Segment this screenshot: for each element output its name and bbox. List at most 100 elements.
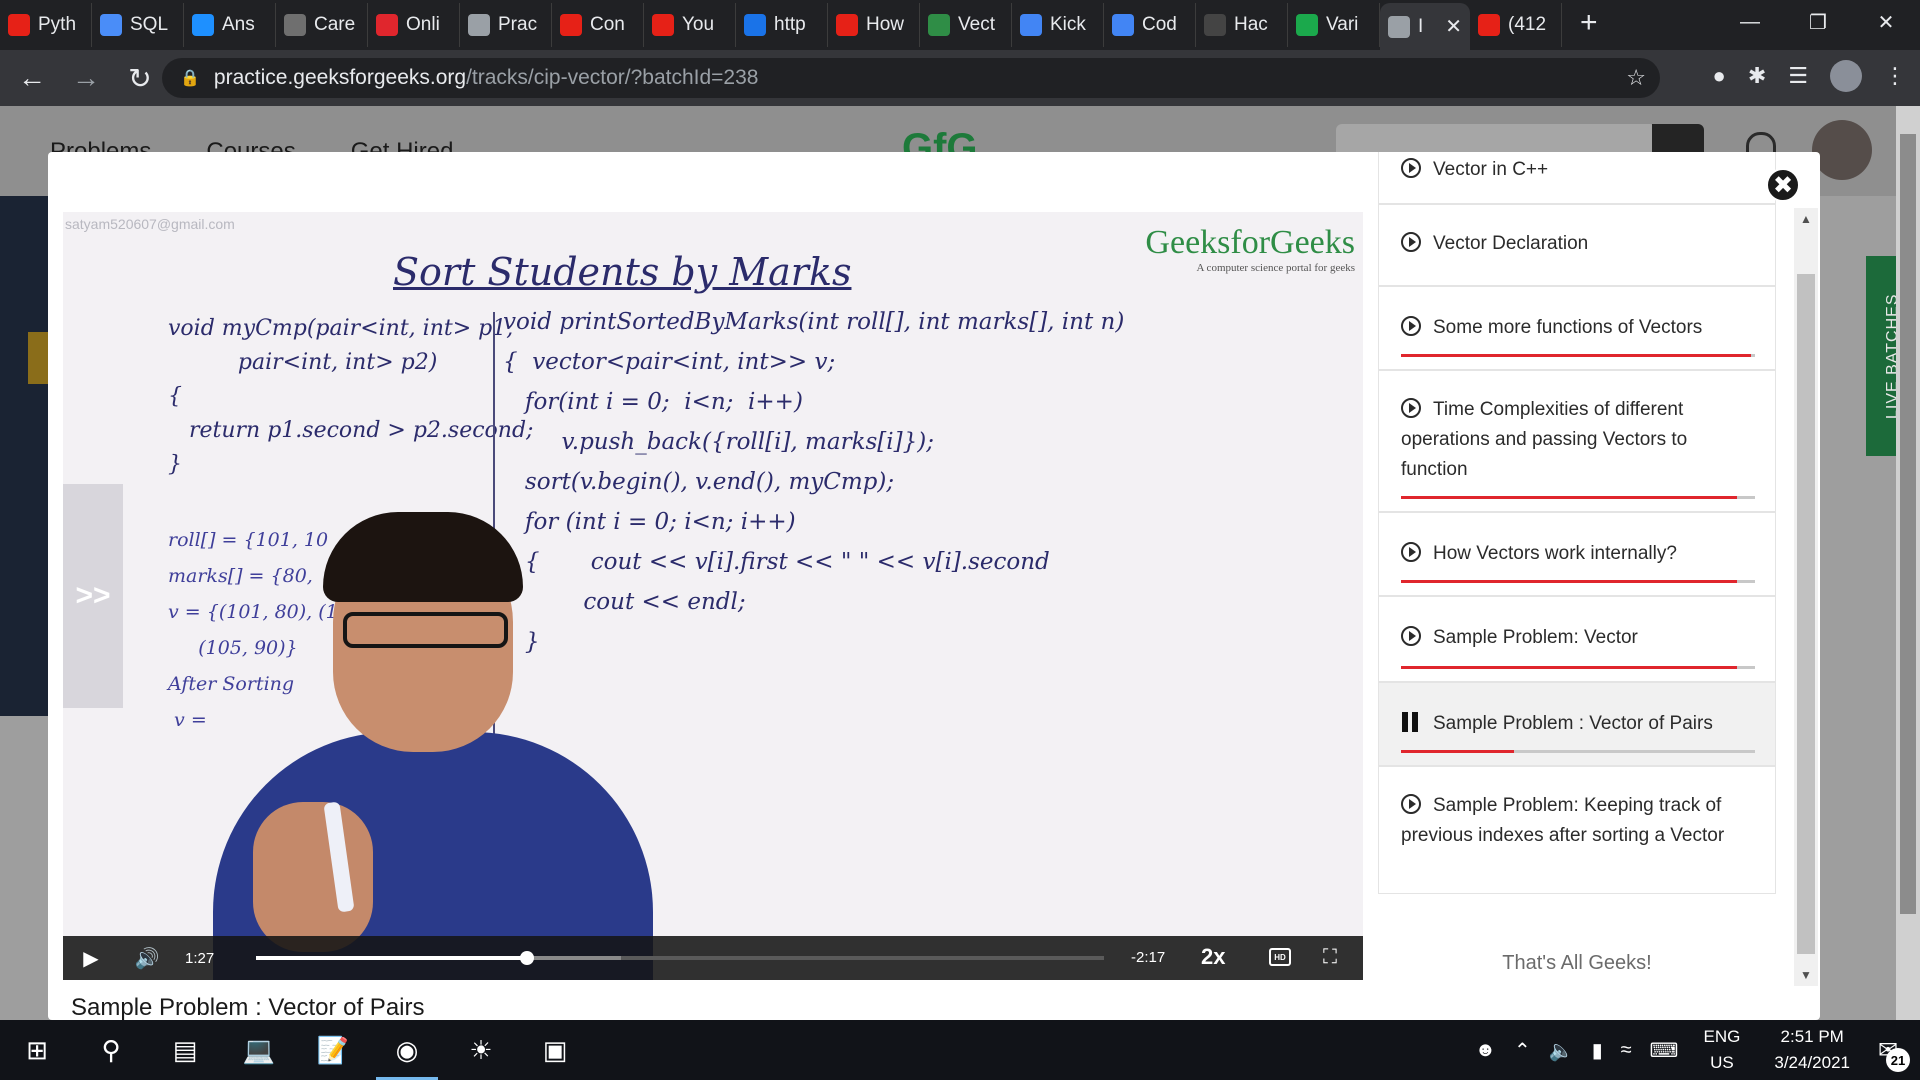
scroll-down-icon[interactable]: ▼	[1794, 968, 1818, 982]
volume-icon[interactable]: 🔊	[119, 936, 175, 980]
notifications-icon[interactable]: ✉ 21	[1868, 1030, 1910, 1072]
browser-tab[interactable]: Vect	[920, 3, 1012, 47]
profile-avatar[interactable]	[1830, 60, 1862, 92]
windows-start-icon[interactable]: ⊞	[0, 1020, 74, 1080]
hackerrank-icon	[1296, 14, 1318, 36]
browser-tab[interactable]: Cod	[1104, 3, 1196, 47]
browser-tab[interactable]: Kick	[1012, 3, 1104, 47]
video-player[interactable]: satyam520607@gmail.com GeeksforGeeks A c…	[63, 212, 1363, 980]
page-scrollbar-thumb[interactable]	[1900, 134, 1916, 914]
youtube-icon	[1478, 14, 1500, 36]
browser-tab[interactable]: Care	[276, 3, 368, 47]
expand-sidebar-button[interactable]: >>	[63, 484, 123, 708]
browser-tab[interactable]: You	[644, 3, 736, 47]
file-app-icon[interactable]: 💻	[222, 1020, 296, 1080]
forward-icon[interactable]: →	[64, 56, 108, 100]
media-icon	[744, 14, 766, 36]
browser-tab-label: Onli	[406, 14, 440, 35]
scroll-up-icon[interactable]: ▲	[1794, 212, 1818, 226]
browser-tab[interactable]: How	[828, 3, 920, 47]
browser-tab-label: You	[682, 14, 715, 35]
seek-bar[interactable]	[256, 951, 1104, 965]
browser-tab[interactable]: Hac	[1196, 3, 1288, 47]
chevron-up-icon[interactable]: ⌃	[1514, 1038, 1531, 1063]
store-app-icon[interactable]: ▣	[518, 1020, 592, 1080]
reload-icon[interactable]: ↻	[118, 56, 162, 100]
presenter-hand	[253, 802, 373, 952]
brand-tagline: A computer science portal for geeks	[1196, 262, 1355, 274]
back-icon[interactable]: ←	[10, 56, 54, 100]
wifi-icon[interactable]: ≈	[1621, 1039, 1632, 1062]
notes-app-icon[interactable]: 📝	[296, 1020, 370, 1080]
browser-tab[interactable]: Vari	[1288, 3, 1380, 47]
browser-tab[interactable]: Onli	[368, 3, 460, 47]
minimize-icon[interactable]: —	[1716, 0, 1784, 44]
youtube-icon	[8, 14, 30, 36]
playlist-item[interactable]: Some more functions of Vectors	[1378, 286, 1776, 370]
battery-icon[interactable]: ▮	[1592, 1038, 1603, 1063]
bookmark-star-icon[interactable]: ☆	[1626, 65, 1646, 91]
browser-tab[interactable]: (412	[1470, 3, 1562, 47]
playlist-item[interactable]: Sample Problem : Vector of Pairs	[1378, 682, 1776, 766]
playlist-item-progress	[1401, 750, 1755, 753]
play-circle-icon	[1401, 794, 1421, 814]
lock-icon[interactable]: 🔒	[180, 68, 200, 88]
browser-tab[interactable]: SQL	[92, 3, 184, 47]
url-path: /tracks/cip-vector/?batchId=238	[466, 66, 759, 89]
puzzle-extensions-icon[interactable]: ✱	[1748, 63, 1766, 89]
people-icon[interactable]: ☻	[1475, 1039, 1496, 1062]
new-tab-button[interactable]: +	[1580, 6, 1598, 40]
playlist-item-title: Sample Problem: Vector	[1433, 627, 1638, 648]
close-tab-icon[interactable]: ✕	[1445, 14, 1462, 39]
playlist-item[interactable]: Time Complexities of different operation…	[1378, 370, 1776, 512]
browser-tab[interactable]: Ans	[184, 3, 276, 47]
play-icon[interactable]: ▶	[63, 936, 119, 980]
playlist-scrollbar-thumb[interactable]	[1797, 274, 1815, 954]
restore-icon[interactable]: ❐	[1784, 0, 1852, 44]
playlist-item[interactable]: Sample Problem: Keeping track of previou…	[1378, 766, 1776, 894]
browser-tab-label: Vect	[958, 14, 995, 35]
keyboard-icon[interactable]: ⌨	[1650, 1038, 1679, 1063]
playlist-scrollbar[interactable]: ▲ ▼	[1794, 208, 1818, 986]
playlist-item[interactable]: Sample Problem: Vector	[1378, 596, 1776, 682]
menu-dots-icon[interactable]: ⋮	[1884, 63, 1906, 89]
browser-tab[interactable]: I ✕	[1380, 3, 1470, 50]
fullscreen-icon[interactable]: ⛶	[1323, 946, 1337, 969]
media-control-icon[interactable]: ☰	[1788, 63, 1808, 89]
document-icon	[100, 14, 122, 36]
task-view-icon[interactable]: ▤	[148, 1020, 222, 1080]
clock[interactable]: 2:51 PM 3/24/2021	[1774, 1024, 1850, 1076]
presenter-hair	[323, 512, 523, 602]
hd-quality-icon[interactable]: HD	[1269, 948, 1291, 966]
firefox-icon[interactable]: ☀	[444, 1020, 518, 1080]
close-window-icon[interactable]: ✕	[1852, 0, 1920, 44]
browser-tab-label: Vari	[1326, 14, 1359, 35]
language-indicator[interactable]: ENG US	[1704, 1024, 1741, 1076]
seek-played	[256, 956, 528, 960]
playlist-item[interactable]: Vector in C++	[1378, 152, 1776, 204]
playback-speed-button[interactable]: 2x	[1201, 944, 1225, 970]
browser-tab[interactable]: Con	[552, 3, 644, 47]
browser-tab[interactable]: Pyth	[0, 3, 92, 47]
extension-icon[interactable]: ●	[1713, 63, 1726, 89]
clock-date: 3/24/2021	[1774, 1053, 1850, 1072]
browser-tab-label: Care	[314, 14, 356, 35]
address-bar[interactable]: 🔒 practice.geeksforgeeks.org/tracks/cip-…	[162, 58, 1660, 98]
playlist-item-progress-fill	[1401, 496, 1738, 499]
playlist-item[interactable]: How Vectors work internally?	[1378, 512, 1776, 596]
playlist-item-title: Sample Problem: Keeping track of previou…	[1401, 795, 1725, 846]
browser-tab[interactable]: http	[736, 3, 828, 47]
close-modal-icon[interactable]: ✖	[1766, 168, 1800, 202]
speaker-icon[interactable]: 🔈	[1549, 1038, 1574, 1063]
browser-tab[interactable]: Prac	[460, 3, 552, 47]
page-scrollbar[interactable]	[1896, 106, 1920, 1020]
search-icon[interactable]: ⚲	[74, 1020, 148, 1080]
u-logo-icon	[376, 14, 398, 36]
user-avatar[interactable]	[1812, 120, 1872, 180]
playlist-item[interactable]: Vector Declaration	[1378, 204, 1776, 286]
chrome-icon[interactable]: ◉	[370, 1020, 444, 1080]
toolbar-right: ● ✱ ☰ ⋮	[1713, 60, 1906, 92]
pause-icon	[1401, 712, 1421, 732]
playlist-item-text: Vector in C++	[1401, 155, 1753, 185]
seek-handle[interactable]	[520, 951, 535, 965]
